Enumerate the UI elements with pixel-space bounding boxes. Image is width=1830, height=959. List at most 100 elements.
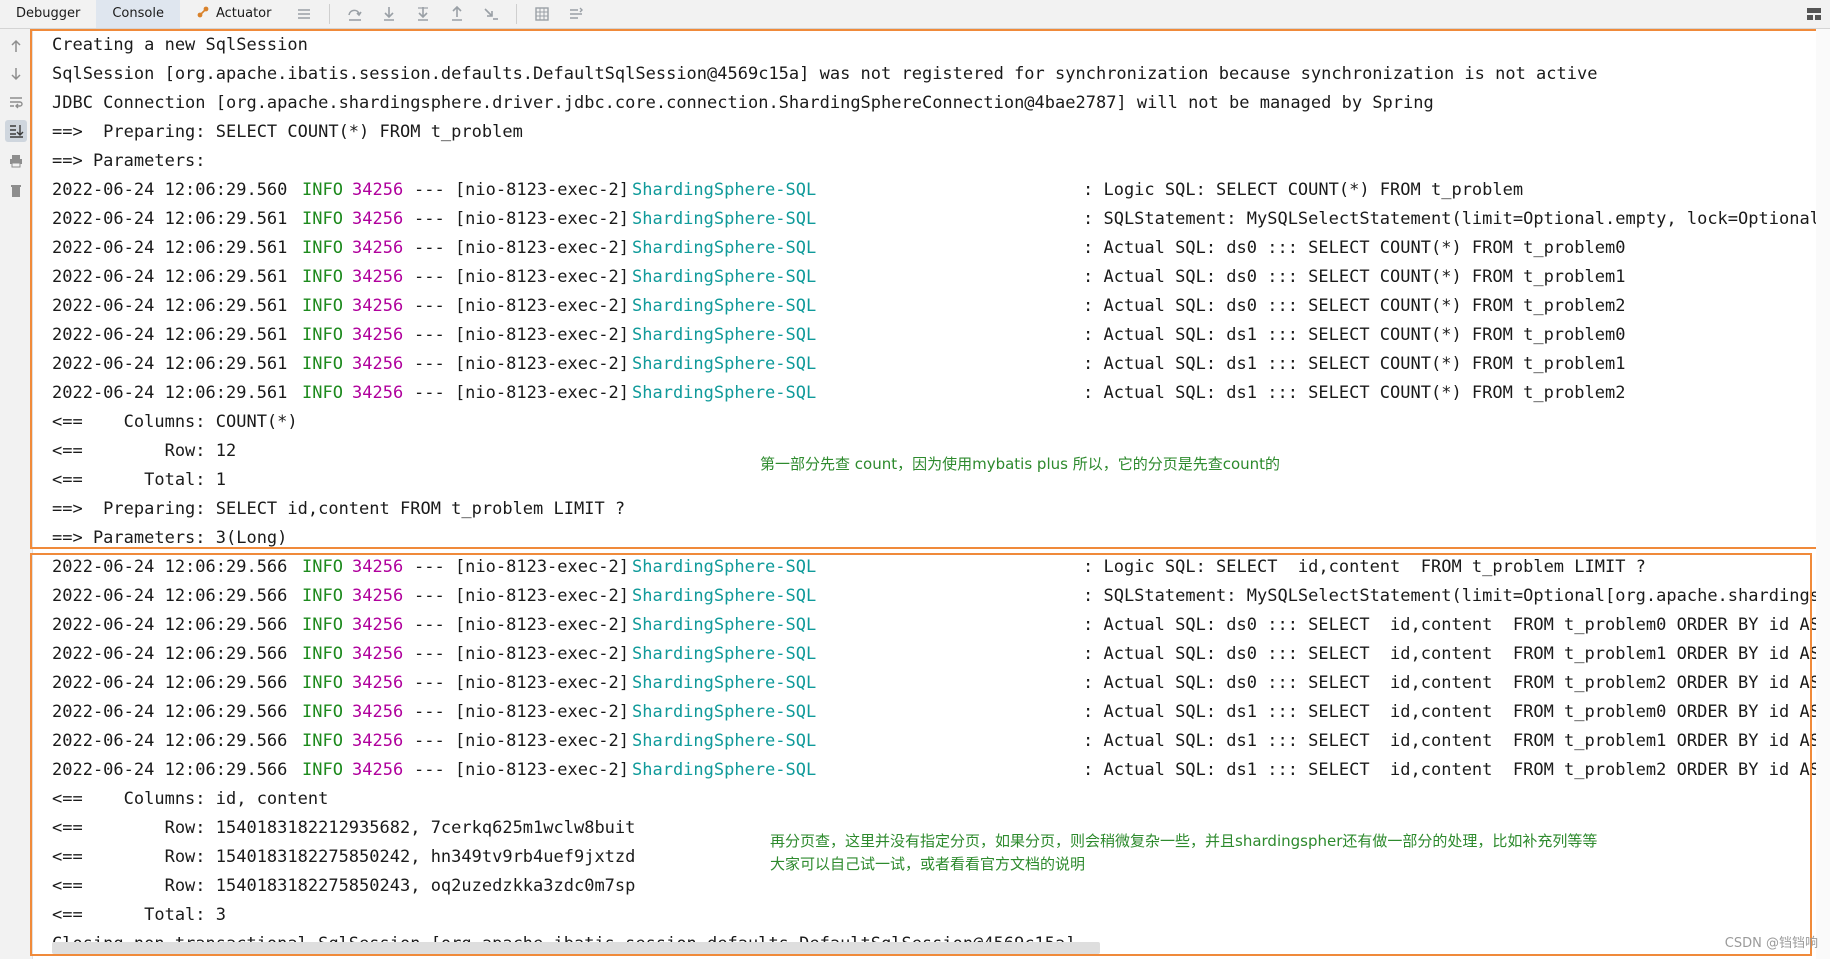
layout-icon[interactable]	[1804, 4, 1824, 24]
logger-name[interactable]: ShardingSphere-SQL	[632, 640, 816, 669]
toolbar-separator	[329, 4, 331, 24]
thread-name: --- [nio-8123-exec-2]	[414, 760, 629, 780]
menu-icon[interactable]	[287, 0, 321, 28]
timestamp: 2022-06-24 12:06:29.566	[52, 673, 288, 693]
log-message: : Actual SQL: ds0 ::: SELECT COUNT(*) FR…	[1083, 238, 1626, 258]
logger-name[interactable]: ShardingSphere-SQL	[632, 582, 816, 611]
log-row: 2022-06-24 12:06:29.566 INFO 34256 --- [nio…	[52, 727, 1824, 756]
scroll-down-icon[interactable]	[5, 63, 27, 85]
logger-name[interactable]: ShardingSphere-SQL	[632, 756, 816, 785]
thread-name: --- [nio-8123-exec-2]	[414, 702, 629, 722]
log-message: : Actual SQL: ds0 ::: SELECT COUNT(*) FR…	[1083, 296, 1626, 316]
log-message: : Actual SQL: ds0 ::: SELECT COUNT(*) FR…	[1083, 267, 1626, 287]
log-row: 2022-06-24 12:06:29.566 INFO 34256 --- [nio…	[52, 611, 1824, 640]
timestamp: 2022-06-24 12:06:29.561	[52, 238, 288, 258]
print-icon[interactable]	[5, 150, 27, 172]
logger-name[interactable]: ShardingSphere-SQL	[632, 263, 816, 292]
log-message: : Actual SQL: ds1 ::: SELECT COUNT(*) FR…	[1083, 383, 1626, 403]
log-level: INFO	[302, 731, 343, 751]
toolbar-separator	[516, 4, 518, 24]
log-message: : Actual SQL: ds1 ::: SELECT id,content …	[1083, 702, 1824, 722]
log-row: 2022-06-24 12:06:29.561 INFO 34256 --- [nio…	[52, 263, 1824, 292]
horizontal-scrollbar-thumb[interactable]	[52, 942, 1100, 954]
log-row: 2022-06-24 12:06:29.561 INFO 34256 --- [nio…	[52, 350, 1824, 379]
soft-wrap-icon[interactable]	[5, 92, 27, 114]
timestamp: 2022-06-24 12:06:29.566	[52, 731, 288, 751]
thread-name: --- [nio-8123-exec-2]	[414, 644, 629, 664]
log-row: 2022-06-24 12:06:29.566 INFO 34256 --- [nio…	[52, 698, 1824, 727]
step-over-icon[interactable]	[338, 0, 372, 28]
console-line: ==> Parameters:	[52, 151, 216, 171]
vertical-scrollbar[interactable]	[1816, 29, 1830, 959]
clear-all-icon[interactable]	[5, 180, 27, 202]
log-level: INFO	[302, 586, 343, 606]
step-out-icon[interactable]	[440, 0, 474, 28]
trace-icon[interactable]	[559, 0, 593, 28]
log-row: 2022-06-24 12:06:29.561 INFO 34256 --- [nio…	[52, 234, 1824, 263]
tab-debugger[interactable]: Debugger	[0, 0, 96, 28]
thread-name: --- [nio-8123-exec-2]	[414, 673, 629, 693]
logger-name[interactable]: ShardingSphere-SQL	[632, 205, 816, 234]
thread-name: --- [nio-8123-exec-2]	[414, 325, 629, 345]
log-row: 2022-06-24 12:06:29.566 INFO 34256 --- [nio…	[52, 553, 1824, 582]
timestamp: 2022-06-24 12:06:29.566	[52, 760, 288, 780]
scroll-to-end-icon[interactable]	[5, 120, 27, 142]
console-side-toolbar	[0, 29, 33, 959]
thread-name: --- [nio-8123-exec-2]	[414, 731, 629, 751]
run-to-cursor-icon[interactable]	[474, 0, 508, 28]
log-row: 2022-06-24 12:06:29.561 INFO 34256 --- [nio…	[52, 205, 1824, 234]
logger-name[interactable]: ShardingSphere-SQL	[632, 698, 816, 727]
process-id: 34256	[352, 296, 404, 316]
logger-name[interactable]: ShardingSphere-SQL	[632, 350, 816, 379]
log-level: INFO	[302, 325, 343, 345]
logger-name[interactable]: ShardingSphere-SQL	[632, 727, 816, 756]
console-line: <== Row: 1540183182275850243, oq2uzedzkk…	[52, 876, 636, 896]
console-output[interactable]: Creating a new SqlSession SqlSession [or…	[52, 31, 1824, 956]
thread-name: --- [nio-8123-exec-2]	[414, 354, 629, 374]
log-level: INFO	[302, 673, 343, 693]
log-group-count-query: 2022-06-24 12:06:29.560 INFO 34256 --- [nio…	[52, 176, 1824, 408]
logger-name[interactable]: ShardingSphere-SQL	[632, 669, 816, 698]
console-line: <== Total: 3	[52, 905, 226, 925]
logger-name[interactable]: ShardingSphere-SQL	[632, 553, 816, 582]
log-row: 2022-06-24 12:06:29.560 INFO 34256 --- [nio…	[52, 176, 1824, 205]
log-message: : Actual SQL: ds1 ::: SELECT COUNT(*) FR…	[1083, 354, 1626, 374]
log-message: : Actual SQL: ds0 ::: SELECT id,content …	[1083, 673, 1824, 693]
log-level: INFO	[302, 267, 343, 287]
log-message: : Actual SQL: ds1 ::: SELECT COUNT(*) FR…	[1083, 325, 1626, 345]
actuator-icon	[197, 6, 209, 18]
evaluate-table-icon[interactable]	[525, 0, 559, 28]
thread-name: --- [nio-8123-exec-2]	[414, 238, 629, 258]
log-row: 2022-06-24 12:06:29.566 INFO 34256 --- [nio…	[52, 756, 1824, 785]
force-step-into-icon[interactable]	[406, 0, 440, 28]
annotation-note-page-line2: 大家可以自己试一试，或者看看官方文档的说明	[770, 855, 1086, 873]
logger-name[interactable]: ShardingSphere-SQL	[632, 379, 816, 408]
logger-name[interactable]: ShardingSphere-SQL	[632, 292, 816, 321]
watermark: CSDN @铛铛响	[1724, 936, 1818, 951]
scroll-up-icon[interactable]	[5, 35, 27, 57]
annotation-note-page-line1: 再分页查，这里并没有指定分页，如果分页，则会稍微复杂一些，并且shardings…	[770, 832, 1598, 850]
console-line: <== Columns: COUNT(*)	[52, 412, 298, 432]
process-id: 34256	[352, 383, 404, 403]
tab-actuator[interactable]: Actuator	[180, 0, 288, 28]
tab-console[interactable]: Console	[96, 0, 180, 28]
logger-name[interactable]: ShardingSphere-SQL	[632, 176, 816, 205]
log-message: : Actual SQL: ds1 ::: SELECT id,content …	[1083, 731, 1824, 751]
logger-name[interactable]: ShardingSphere-SQL	[632, 321, 816, 350]
process-id: 34256	[352, 209, 404, 229]
step-into-icon[interactable]	[372, 0, 406, 28]
tool-window-header: Debugger Console Actuator	[0, 0, 1830, 29]
log-group-page-query: 2022-06-24 12:06:29.566 INFO 34256 --- [nio…	[52, 553, 1824, 785]
timestamp: 2022-06-24 12:06:29.561	[52, 296, 288, 316]
console-line: ==> Preparing: SELECT id,content FROM t_…	[52, 499, 626, 519]
logger-name[interactable]: ShardingSphere-SQL	[632, 234, 816, 263]
thread-name: --- [nio-8123-exec-2]	[414, 586, 629, 606]
timestamp: 2022-06-24 12:06:29.561	[52, 267, 288, 287]
timestamp: 2022-06-24 12:06:29.566	[52, 586, 288, 606]
process-id: 34256	[352, 238, 404, 258]
thread-name: --- [nio-8123-exec-2]	[414, 180, 629, 200]
logger-name[interactable]: ShardingSphere-SQL	[632, 611, 816, 640]
log-level: INFO	[302, 760, 343, 780]
timestamp: 2022-06-24 12:06:29.561	[52, 325, 288, 345]
log-row: 2022-06-24 12:06:29.561 INFO 34256 --- [nio…	[52, 379, 1824, 408]
